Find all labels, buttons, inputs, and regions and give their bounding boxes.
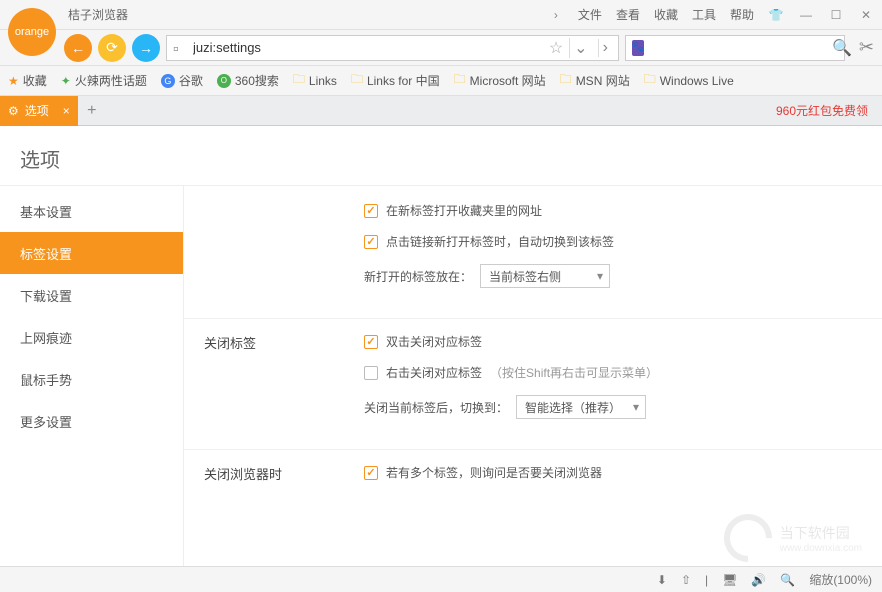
google-icon: G: [161, 74, 175, 88]
settings-sidebar: 基本设置 标签设置 下载设置 上网痕迹 鼠标手势 更多设置: [0, 186, 184, 566]
select-label: 新打开的标签放在：: [364, 268, 472, 285]
shift-icon[interactable]: ⇧: [681, 573, 691, 587]
menu-more-icon[interactable]: ›: [548, 7, 564, 23]
new-tab-button[interactable]: +: [78, 97, 106, 125]
checkbox-dblclick-close[interactable]: [364, 335, 378, 349]
sidebar-item-tabs[interactable]: 标签设置: [0, 232, 183, 274]
status-bar: ⬇ ⇧ | 🖥 🔊 🔍 缩放(100%): [0, 566, 882, 592]
address-bar: ▫ ☆ ⌄ ›: [166, 35, 619, 61]
maximize-button[interactable]: ☐: [828, 7, 844, 23]
bookmark-msn[interactable]: 🗀MSN 网站: [560, 70, 630, 91]
section-close-tab: 关闭标签 双击关闭对应标签 右击关闭对应标签（按住Shift再右击可显示菜单） …: [184, 325, 882, 450]
page-icon: ▫: [173, 41, 187, 55]
zoom-level[interactable]: 缩放(100%): [809, 571, 872, 588]
sidebar-item-download[interactable]: 下载设置: [0, 274, 183, 316]
skin-icon[interactable]: 👕: [768, 7, 784, 23]
forward-button[interactable]: →: [132, 34, 160, 62]
folder-icon: 🗀: [454, 70, 466, 91]
section-label: 关闭浏览器时: [204, 464, 364, 483]
sidebar-item-basic[interactable]: 基本设置: [0, 190, 183, 232]
download-icon[interactable]: ⬇: [657, 573, 667, 587]
bookmark-star-icon[interactable]: ☆: [549, 38, 563, 58]
menu-help[interactable]: 帮助: [730, 6, 754, 23]
leaf-icon: ✦: [61, 74, 71, 88]
bookmarks-bar: ★收藏 ✦火辣两性话题 G谷歌 O360搜索 🗀Links 🗀Links for…: [0, 66, 882, 96]
checkbox-switch-newtab[interactable]: [364, 235, 378, 249]
sidebar-item-gestures[interactable]: 鼠标手势: [0, 358, 183, 400]
address-input[interactable]: [193, 40, 543, 55]
checkbox-rightclick-close[interactable]: [364, 366, 378, 380]
bookmark-microsoft[interactable]: 🗀Microsoft 网站: [454, 70, 546, 91]
folder-icon: 🗀: [644, 70, 656, 91]
bookmark-google[interactable]: G谷歌: [161, 72, 203, 89]
folder-icon: 🗀: [293, 70, 305, 91]
section-open-tabs: 在新标签打开收藏夹里的网址 点击链接新打开标签时，自动切换到该标签 新打开的标签…: [184, 194, 882, 319]
menu-tools[interactable]: 工具: [692, 6, 716, 23]
sound-icon[interactable]: 🔊: [751, 573, 766, 587]
sidebar-item-history[interactable]: 上网痕迹: [0, 316, 183, 358]
folder-icon: 🗀: [560, 70, 572, 91]
tab-settings[interactable]: ⚙ 选项 ×: [0, 96, 78, 126]
select-newtab-position[interactable]: 当前标签右侧: [480, 264, 610, 288]
bookmark-360[interactable]: O360搜索: [217, 72, 279, 89]
minimize-button[interactable]: —: [798, 7, 814, 23]
checkbox-confirm-close[interactable]: [364, 466, 378, 480]
checkbox-open-fav-newtab[interactable]: [364, 204, 378, 218]
bookmark-hot[interactable]: ✦火辣两性话题: [61, 72, 147, 89]
screenshot-icon[interactable]: ✂: [859, 37, 874, 58]
360-icon: O: [217, 74, 231, 88]
zoom-icon[interactable]: 🔍: [780, 573, 795, 587]
select-label: 关闭当前标签后，切换到：: [364, 399, 508, 416]
sidebar-item-more[interactable]: 更多设置: [0, 400, 183, 442]
promo-link[interactable]: 960元红包免费领: [776, 102, 882, 119]
search-bar: 🐾 🔍: [625, 35, 845, 61]
titlebar: 桔子浏览器 › 文件 查看 收藏 工具 帮助 👕 — ☐ ✕: [0, 0, 882, 30]
checkbox-label: 双击关闭对应标签: [386, 333, 482, 350]
menu-favorites[interactable]: 收藏: [654, 6, 678, 23]
go-button[interactable]: ›: [598, 39, 612, 57]
gear-icon: ⚙: [8, 104, 19, 118]
search-engine-icon[interactable]: 🐾: [632, 40, 644, 56]
checkbox-label: 点击链接新打开标签时，自动切换到该标签: [386, 233, 614, 250]
bookmark-favorites[interactable]: ★收藏: [8, 72, 47, 89]
section-label: 关闭标签: [204, 333, 364, 419]
app-title: 桔子浏览器: [68, 6, 128, 23]
close-button[interactable]: ✕: [858, 7, 874, 23]
menu-view[interactable]: 查看: [616, 6, 640, 23]
checkbox-label: 若有多个标签，则询问是否要关闭浏览器: [386, 464, 602, 481]
navbar: ← ⟳ → ▫ ☆ ⌄ › 🐾 🔍 ✂: [0, 30, 882, 66]
tab-bar: ⚙ 选项 × + 960元红包免费领: [0, 96, 882, 126]
section-close-browser: 关闭浏览器时 若有多个标签，则询问是否要关闭浏览器: [184, 456, 882, 513]
bookmark-windowslive[interactable]: 🗀Windows Live: [644, 70, 734, 91]
content-wrapper: 选项 基本设置 标签设置 下载设置 上网痕迹 鼠标手势 更多设置 在新标签打开收…: [0, 126, 882, 566]
app-logo: orange: [8, 8, 56, 56]
search-icon[interactable]: 🔍: [832, 38, 852, 58]
back-button[interactable]: ←: [64, 34, 92, 62]
star-icon: ★: [8, 74, 19, 88]
menu-file[interactable]: 文件: [578, 6, 602, 23]
section-label: [204, 202, 364, 288]
select-after-close[interactable]: 智能选择（推荐）: [516, 395, 646, 419]
settings-main: 在新标签打开收藏夹里的网址 点击链接新打开标签时，自动切换到该标签 新打开的标签…: [184, 186, 882, 566]
folder-icon: 🗀: [351, 70, 363, 91]
menu-bar: › 文件 查看 收藏 工具 帮助 👕 — ☐ ✕: [548, 6, 874, 23]
page-title: 选项: [0, 126, 882, 186]
tab-close-icon[interactable]: ×: [63, 104, 70, 118]
checkbox-hint: （按住Shift再右击可显示菜单）: [490, 364, 658, 381]
bookmark-links-cn[interactable]: 🗀Links for 中国: [351, 70, 440, 91]
checkbox-label: 在新标签打开收藏夹里的网址: [386, 202, 542, 219]
search-input[interactable]: [650, 40, 826, 55]
checkbox-label: 右击关闭对应标签: [386, 364, 482, 381]
tab-label: 选项: [25, 102, 49, 119]
monitor-icon[interactable]: 🖥: [722, 573, 737, 587]
separator: |: [705, 573, 708, 587]
refresh-button[interactable]: ⟳: [98, 34, 126, 62]
bookmark-links[interactable]: 🗀Links: [293, 70, 337, 91]
address-dropdown-icon[interactable]: ⌄: [569, 38, 591, 58]
